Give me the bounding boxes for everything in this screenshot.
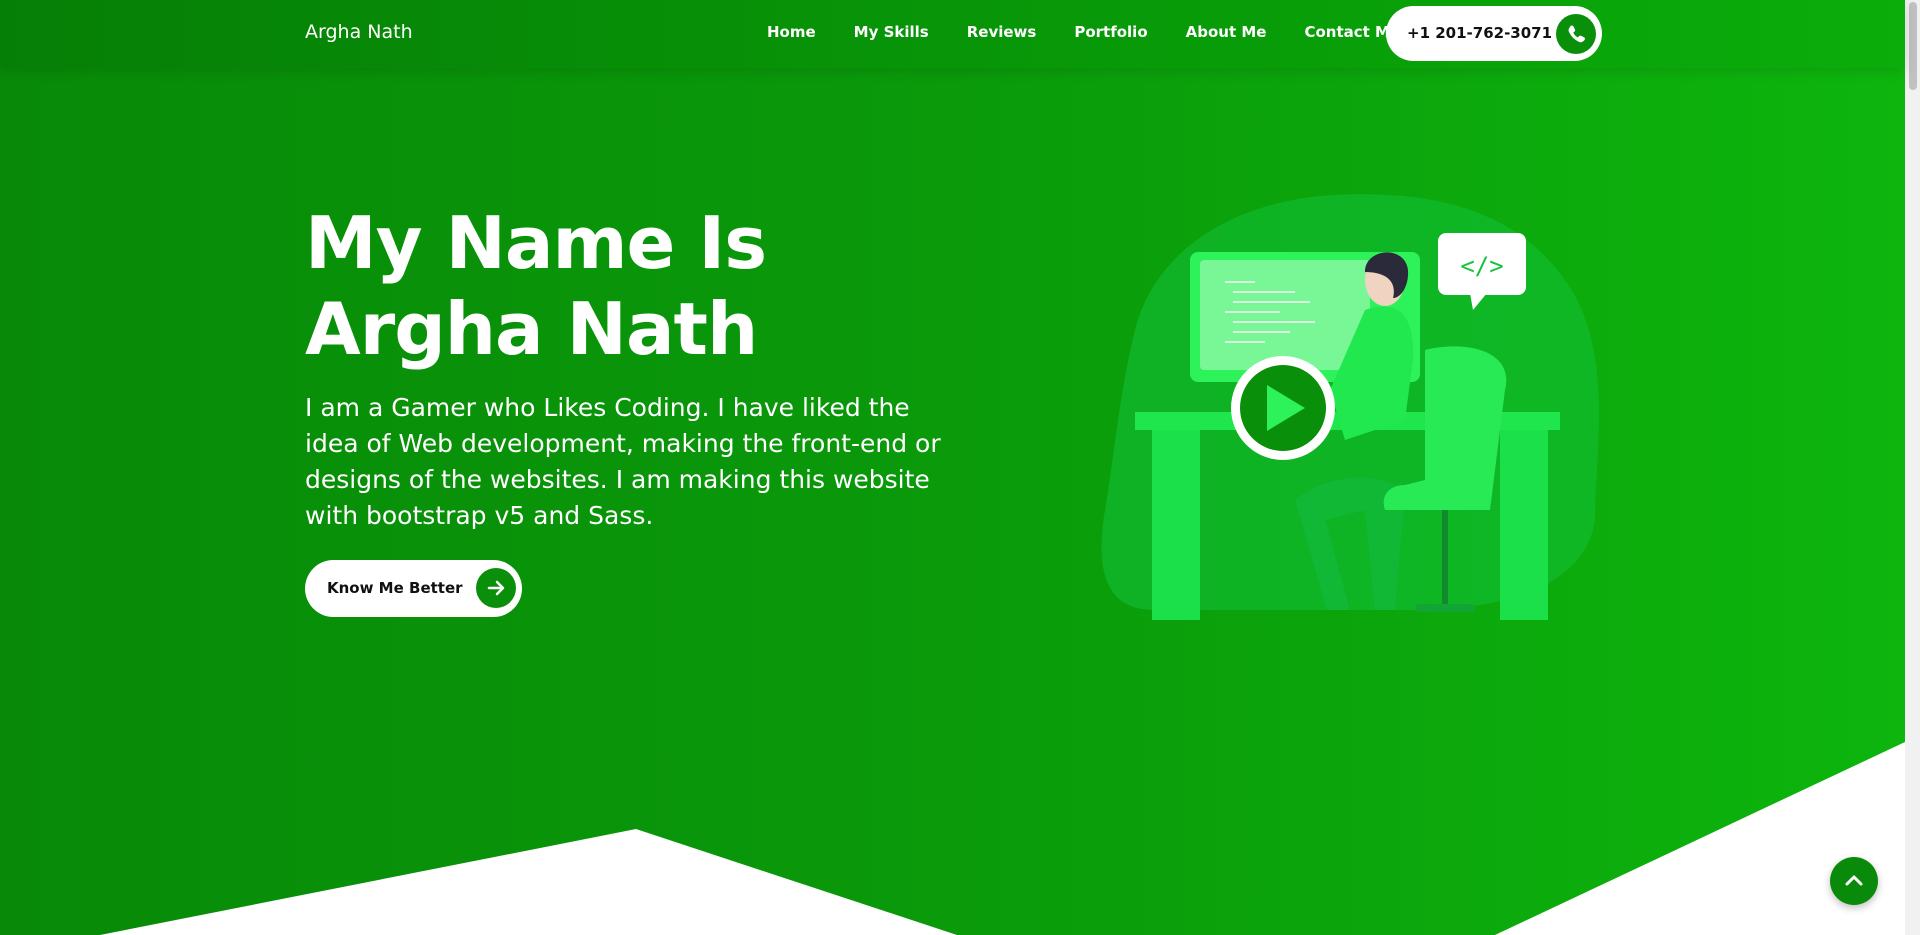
nav-item-home[interactable]: Home (767, 23, 816, 41)
nav-item-my-skills[interactable]: My Skills (854, 23, 929, 41)
top-navbar: Argha Nath Home My Skills Reviews Portfo… (0, 0, 1905, 68)
arrow-right-icon (476, 568, 516, 608)
brand-name[interactable]: Argha Nath (305, 21, 413, 43)
page-scrollbar[interactable] (1905, 0, 1920, 935)
hero-bottom-wave (0, 742, 1905, 935)
monitor-screen (1200, 260, 1370, 370)
know-me-better-label: Know Me Better (327, 579, 463, 597)
hero-description: I am a Gamer who Likes Coding. I have li… (305, 393, 941, 530)
chevron-up-icon (1845, 875, 1863, 886)
desk-leg-right (1500, 430, 1548, 620)
hero-title-line2: Argha Nath (305, 287, 758, 371)
chair-base (1415, 604, 1475, 612)
nav-links: Home My Skills Reviews Portfolio About M… (767, 23, 1400, 41)
developer-illustration: </> (1101, 194, 1599, 620)
know-me-better-button[interactable]: Know Me Better (305, 560, 522, 617)
nav-item-portfolio[interactable]: Portfolio (1074, 23, 1147, 41)
scroll-to-top-button[interactable] (1830, 857, 1878, 905)
code-bubble-text: </> (1460, 252, 1503, 280)
phone-icon (1556, 14, 1596, 54)
play-video-button[interactable] (1231, 356, 1335, 460)
scrollbar-thumb[interactable] (1909, 2, 1917, 90)
phone-button[interactable]: +1 201-762-3071 (1386, 6, 1602, 61)
nav-item-reviews[interactable]: Reviews (967, 23, 1037, 41)
hero-section: My Name Is Argha Nath I am a Gamer who L… (0, 0, 1905, 935)
phone-number: +1 201-762-3071 (1407, 24, 1553, 42)
nav-item-about-me[interactable]: About Me (1186, 23, 1267, 41)
desk-leg-left (1152, 430, 1200, 620)
hero-title: My Name Is Argha Nath (305, 200, 865, 372)
chair-stem (1442, 510, 1448, 605)
hero-title-line1: My Name Is (305, 201, 767, 285)
